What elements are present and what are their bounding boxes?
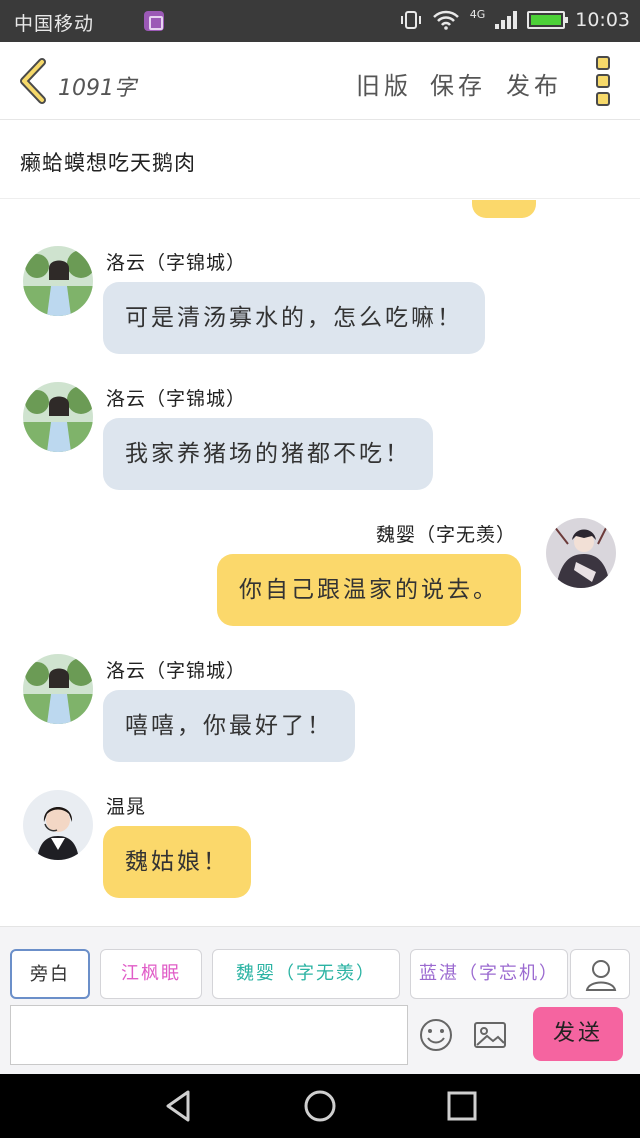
home-nav-icon[interactable]	[302, 1088, 338, 1124]
girl-field-avatar[interactable]	[23, 654, 93, 724]
message-bubble[interactable]: 我家养猪场的猪都不吃！	[103, 418, 433, 490]
image-icon[interactable]	[470, 1015, 510, 1055]
girl-field-avatar[interactable]	[23, 382, 93, 452]
recents-nav-icon[interactable]	[444, 1088, 480, 1124]
message-input[interactable]	[10, 1005, 408, 1065]
woman-headset-avatar[interactable]	[23, 790, 93, 860]
carrier-name: 中国移动	[14, 13, 95, 35]
person-icon	[585, 960, 617, 991]
battery-icon	[527, 11, 569, 29]
sender-name: 温晁	[106, 796, 147, 818]
message-bubble[interactable]: 你自己跟温家的说去。	[217, 554, 521, 626]
character-chip-narrator[interactable]: 旁白	[10, 949, 90, 999]
character-chip[interactable]: 蓝湛（字忘机）	[410, 949, 568, 999]
signal-icon	[495, 11, 518, 29]
sender-name: 洛云（字锦城）	[106, 388, 247, 410]
old-version-button[interactable]: 旧版	[356, 66, 412, 101]
network-type: 4G	[469, 7, 486, 21]
message-bubble[interactable]: 嘻嘻，你最好了！	[103, 690, 355, 762]
emoji-icon[interactable]	[416, 1015, 456, 1055]
system-nav-bar	[0, 1074, 640, 1138]
status-bar: 中国移动 4G 10:03	[0, 0, 640, 42]
character-chip[interactable]: 江枫眠	[100, 949, 202, 999]
girl-field-avatar[interactable]	[23, 246, 93, 316]
sender-name: 洛云（字锦城）	[106, 660, 247, 682]
message-bubble-partial	[472, 200, 536, 218]
story-title-bar[interactable]: 癞蛤蟆想吃天鹅肉	[0, 121, 640, 199]
anime-man-avatar[interactable]	[546, 518, 616, 588]
publish-button[interactable]: 发布	[506, 66, 562, 101]
back-chevron-icon[interactable]	[14, 56, 54, 106]
chat-area[interactable]: 洛云（字锦城） 可是清汤寡水的，怎么吃嘛！ 洛云（字锦城） 我家养猪场的猪都不吃…	[0, 200, 640, 926]
vibrate-icon	[400, 11, 421, 29]
wifi-icon	[432, 10, 459, 30]
back-nav-icon[interactable]	[160, 1088, 196, 1124]
more-menu-icon[interactable]	[596, 56, 612, 106]
word-count: 1091字	[58, 76, 136, 101]
send-button[interactable]: 发送	[533, 1007, 623, 1061]
character-chip[interactable]: 魏婴（字无羡）	[212, 949, 400, 999]
message-bubble[interactable]: 魏姑娘！	[103, 826, 251, 898]
gallery-notification-icon	[144, 11, 164, 31]
sender-name: 洛云（字锦城）	[106, 252, 247, 274]
save-button[interactable]: 保存	[430, 66, 486, 101]
add-character-button[interactable]	[570, 949, 630, 999]
editor-header: 1091字 旧版 保存 发布	[0, 42, 640, 120]
compose-panel: 旁白 江枫眠 魏婴（字无羡） 蓝湛（字忘机） 发送	[0, 926, 640, 1074]
message-bubble[interactable]: 可是清汤寡水的，怎么吃嘛！	[103, 282, 485, 354]
clock: 10:03	[575, 9, 630, 31]
sender-name: 魏婴（字无羡）	[376, 524, 517, 546]
story-title: 癞蛤蟆想吃天鹅肉	[20, 151, 196, 175]
